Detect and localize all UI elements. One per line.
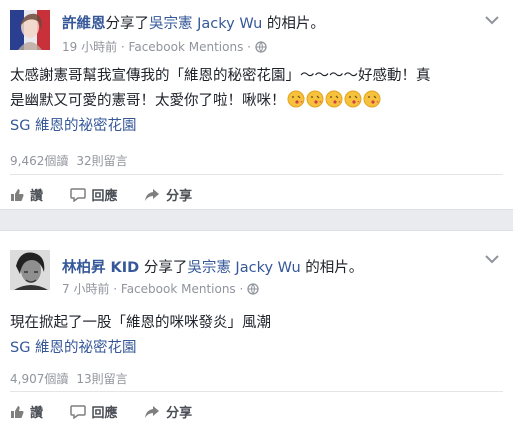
read-count[interactable]: 9,462個讀 [10, 154, 68, 168]
post-2: 林柏昇 KID 分享了吳宗憲 Jacky Wu 的相片。 7 小時前 · Fac… [0, 230, 513, 429]
post-meta: 19 小時前 · Facebook Mentions · [62, 38, 267, 55]
post-body: 現在掀起了一股「維恩的咪咪發炎」風潮 SG 維恩的祕密花園 [10, 311, 503, 361]
kiss-emoji [344, 90, 361, 108]
header-suffix: 的相片。 [300, 260, 364, 276]
like-icon [11, 405, 24, 418]
chevron-down-icon[interactable] [483, 14, 501, 26]
page-name-link[interactable]: 吳宗憲 Jacky Wu [149, 16, 262, 32]
share-icon [145, 188, 160, 201]
post-text-line-2-wrapper: 是幽默又可愛的憲哥！太愛你了啦！啾咪！ [10, 89, 503, 114]
share-button[interactable]: 分享 [144, 185, 192, 204]
divider [10, 174, 503, 175]
like-button[interactable]: 讚 [10, 402, 43, 421]
like-button[interactable]: 讚 [10, 185, 43, 204]
share-action-text: 分享了 [143, 260, 188, 276]
post-stats: 9,462個讀 32則留言 [10, 152, 128, 169]
avatar[interactable] [10, 10, 50, 50]
timestamp[interactable]: 19 小時前 [62, 40, 117, 54]
timestamp[interactable]: 7 小時前 [62, 282, 109, 296]
post-header: 許維恩分享了吳宗憲 Jacky Wu 的相片。 [62, 12, 325, 33]
post-1: 許維恩分享了吳宗憲 Jacky Wu 的相片。 19 小時前 · Faceboo… [0, 0, 513, 210]
share-icon [145, 405, 160, 418]
comment-icon [69, 404, 86, 419]
comment-label: 回應 [91, 406, 118, 421]
comment-count[interactable]: 13則留言 [76, 372, 127, 386]
kiss-emoji [325, 90, 342, 108]
share-action-text: 分享了 [105, 16, 150, 32]
post-body: 太感謝憲哥幫我宣傳我的「維恩的秘密花園」～～～～好感動！真 是幽默又可愛的憲哥！… [10, 64, 503, 139]
globe-icon [247, 283, 259, 295]
page-name-link[interactable]: 吳宗憲 Jacky Wu [187, 260, 300, 276]
source-link[interactable]: Facebook Mentions [129, 40, 244, 54]
comment-button[interactable]: 回應 [69, 185, 118, 204]
kiss-emoji [306, 90, 323, 108]
post-stats: 4,907個讀 13則留言 [10, 370, 128, 387]
like-icon [11, 188, 24, 201]
post-text-line-1: 現在掀起了一股「維恩的咪咪發炎」風潮 [10, 315, 271, 331]
action-bar: 讚 回應 分享 [10, 402, 214, 423]
comment-button[interactable]: 回應 [69, 402, 118, 421]
hashtag-link[interactable]: SG 維恩的祕密花園 [10, 114, 503, 139]
share-label: 分享 [166, 406, 193, 421]
like-label: 讚 [30, 189, 44, 204]
read-count[interactable]: 4,907個讀 [10, 372, 68, 386]
post-meta: 7 小時前 · Facebook Mentions · [62, 280, 259, 297]
avatar[interactable] [10, 250, 50, 290]
comment-label: 回應 [91, 189, 118, 204]
share-label: 分享 [166, 189, 193, 204]
like-label: 讚 [30, 406, 44, 421]
kiss-emoji [363, 90, 380, 108]
share-button[interactable]: 分享 [144, 402, 192, 421]
post-text-line-1: 太感謝憲哥幫我宣傳我的「維恩的秘密花園」～～～～好感動！真 [10, 68, 431, 84]
comment-icon [69, 187, 86, 202]
post-header: 林柏昇 KID 分享了吳宗憲 Jacky Wu 的相片。 [62, 256, 363, 277]
source-link[interactable]: Facebook Mentions [121, 282, 236, 296]
author-name[interactable]: 許維恩 [62, 16, 106, 32]
kiss-emoji [287, 90, 304, 108]
post-text-line-2: 是幽默又可愛的憲哥！太愛你了啦！啾咪！ [10, 93, 286, 109]
hashtag-link[interactable]: SG 維恩的祕密花園 [10, 336, 503, 361]
globe-icon [255, 41, 267, 53]
action-bar: 讚 回應 分享 [10, 185, 214, 206]
comment-count[interactable]: 32則留言 [76, 154, 127, 168]
divider [10, 391, 503, 392]
header-suffix: 的相片。 [262, 16, 325, 32]
chevron-down-icon[interactable] [483, 253, 501, 265]
author-name[interactable]: 林柏昇 KID [62, 260, 139, 276]
